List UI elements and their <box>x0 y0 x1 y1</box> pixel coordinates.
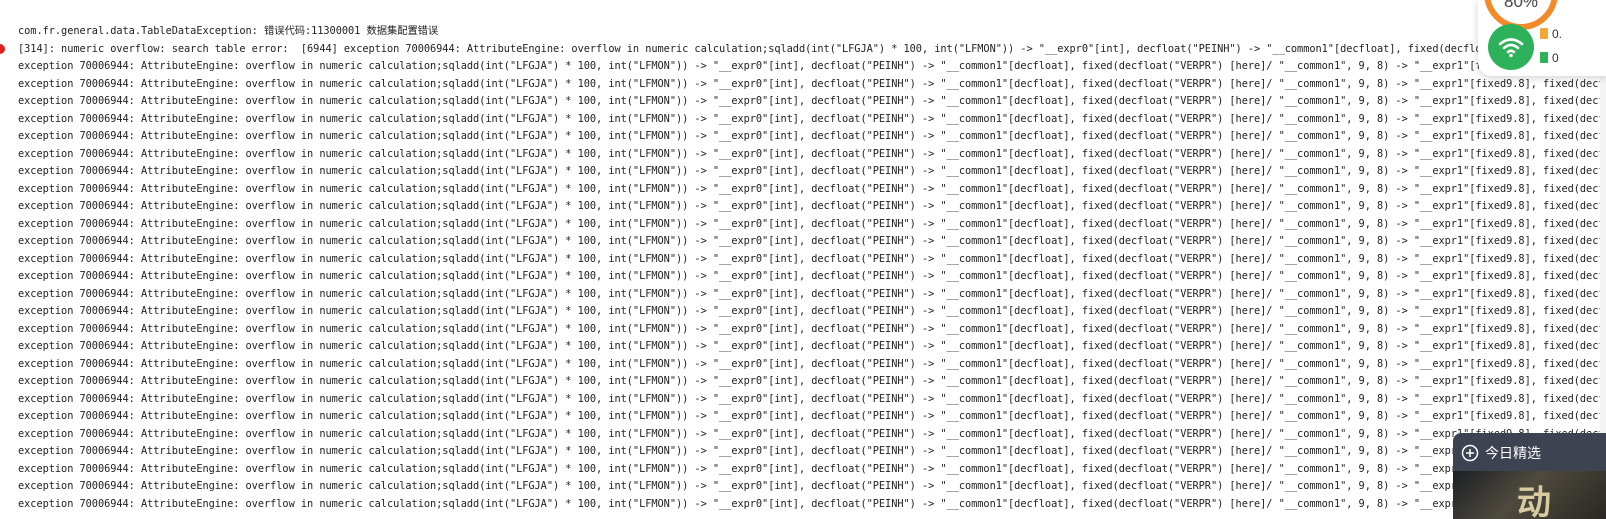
exception-log-line: exception 70006944: AttributeEngine: ove… <box>18 357 1606 370</box>
exception-log-line: exception 70006944: AttributeEngine: ove… <box>18 112 1606 125</box>
thumbnail-glyph: 动 <box>1517 483 1551 519</box>
exception-log-line: exception 70006944: AttributeEngine: ove… <box>18 130 1606 142</box>
exception-log-line: exception 70006944: AttributeEngine: ove… <box>18 252 1606 265</box>
exception-log-line: exception 70006944: AttributeEngine: ove… <box>18 375 1606 387</box>
plus-circle-icon <box>1461 444 1479 462</box>
wifi-button[interactable] <box>1488 24 1534 70</box>
download-speed: 0 <box>1540 51 1559 65</box>
exception-log-line: exception 70006944: AttributeEngine: ove… <box>18 480 1606 492</box>
exception-log-line: exception 70006944: AttributeEngine: ove… <box>18 392 1606 405</box>
download-value: 0 <box>1552 51 1559 65</box>
upload-value: 0. <box>1552 27 1563 41</box>
exception-log-line: exception 70006944: AttributeEngine: ove… <box>18 165 1606 177</box>
exception-log-line: exception 70006944: AttributeEngine: ove… <box>18 322 1606 335</box>
exception-log-line: exception 70006944: AttributeEngine: ove… <box>18 270 1606 282</box>
todays-pick-title: 今日精选 <box>1485 445 1541 461</box>
upload-arrow-icon <box>1540 28 1548 39</box>
exception-log-line: exception 70006944: AttributeEngine: ove… <box>18 287 1606 300</box>
exception-log-line: exception 70006944: AttributeEngine: ove… <box>18 95 1606 107</box>
usage-percent: 80% <box>1503 0 1539 11</box>
exception-log-line: exception 70006944: AttributeEngine: ove… <box>18 427 1606 440</box>
log-output-panel: com.fr.general.data.TableDataException: … <box>0 0 1606 519</box>
exception-log-line: exception 70006944: AttributeEngine: ove… <box>18 235 1606 247</box>
exception-log-line: exception 70006944: AttributeEngine: ove… <box>18 462 1606 475</box>
wifi-icon <box>1498 38 1524 58</box>
download-arrow-icon <box>1540 52 1548 63</box>
exception-log-line: exception 70006944: AttributeEngine: ove… <box>18 147 1606 160</box>
error-marker-icon <box>0 44 5 54</box>
todays-pick-widget[interactable]: 今日精选 动 <box>1453 433 1606 519</box>
exception-log-line: exception 70006944: AttributeEngine: ove… <box>18 410 1606 422</box>
exception-log-line: exception 70006944: AttributeEngine: ove… <box>18 305 1606 317</box>
upload-speed: 0. <box>1540 27 1562 41</box>
exception-log-line: exception 70006944: AttributeEngine: ove… <box>18 340 1606 352</box>
exception-log-line: exception 70006944: AttributeEngine: ove… <box>18 217 1606 230</box>
exception-log-line: exception 70006944: AttributeEngine: ove… <box>18 497 1606 510</box>
exception-header-line: com.fr.general.data.TableDataException: … <box>18 25 439 37</box>
todays-pick-header[interactable]: 今日精选 <box>1461 443 1541 463</box>
exception-log-line: exception 70006944: AttributeEngine: ove… <box>18 200 1606 212</box>
error-summary-line: [314]: numeric overflow: search table er… <box>18 43 1550 55</box>
todays-pick-thumbnail[interactable]: 动 <box>1453 471 1606 519</box>
exception-log-line: exception 70006944: AttributeEngine: ove… <box>18 77 1606 90</box>
exception-log-line: exception 70006944: AttributeEngine: ove… <box>18 445 1606 457</box>
exception-log-line: exception 70006944: AttributeEngine: ove… <box>18 60 1606 72</box>
network-monitor-widget[interactable]: 80% 0. 0 <box>1478 0 1606 76</box>
exception-log-line: exception 70006944: AttributeEngine: ove… <box>18 182 1606 195</box>
